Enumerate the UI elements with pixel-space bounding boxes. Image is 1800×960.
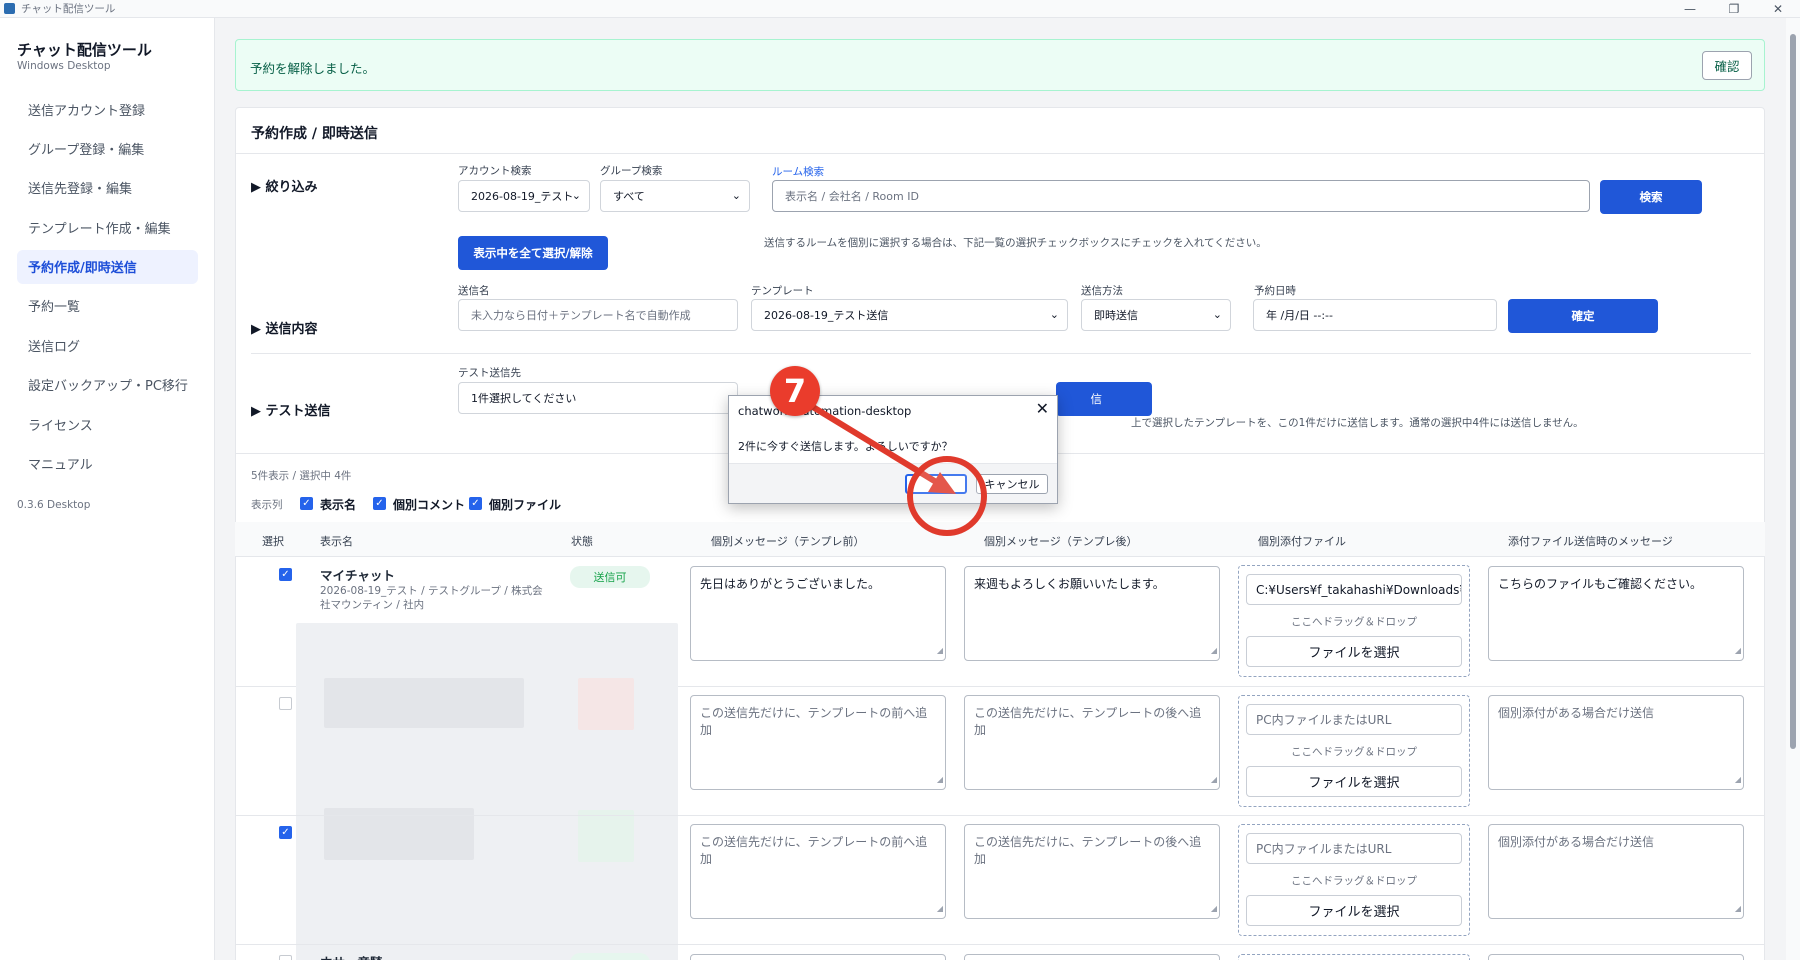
- annotation-arrow: [805, 401, 956, 494]
- highlight-circle: [907, 456, 987, 536]
- step-number-badge: 7: [770, 366, 820, 416]
